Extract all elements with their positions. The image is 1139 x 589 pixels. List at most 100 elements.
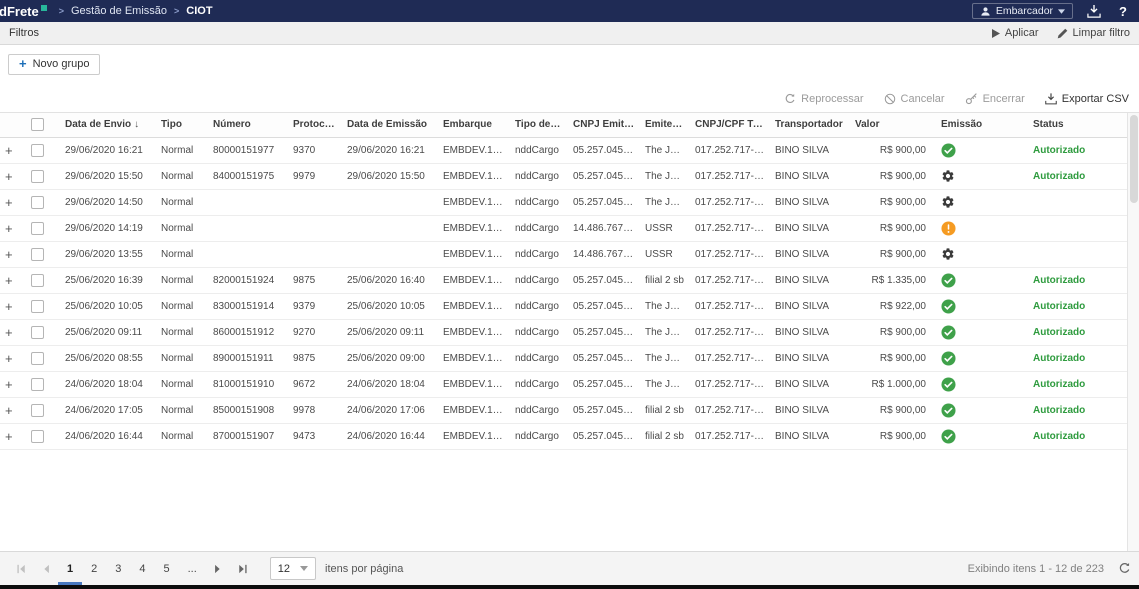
expand-row-button[interactable]: + xyxy=(5,429,13,444)
page-number-3[interactable]: 3 xyxy=(106,552,130,585)
table-row[interactable]: +29/06/2020 15:50Normal84000151975997929… xyxy=(0,163,1127,189)
table-row[interactable]: +25/06/2020 16:39Normal82000151924987525… xyxy=(0,267,1127,293)
row-checkbox[interactable] xyxy=(31,378,44,391)
column-header-emiss-o[interactable]: Emissão xyxy=(936,113,1028,137)
prev-page-button[interactable] xyxy=(34,552,58,585)
page-number-2[interactable]: 2 xyxy=(82,552,106,585)
cell-emitente: filial 2 sb xyxy=(640,267,690,293)
cell-protocolo xyxy=(288,215,342,241)
row-checkbox[interactable] xyxy=(31,248,44,261)
column-header-embarque[interactable]: Embarque xyxy=(438,113,510,137)
emissao-cell xyxy=(936,137,1028,163)
expand-row-button[interactable]: + xyxy=(5,325,13,340)
download-icon[interactable] xyxy=(1087,5,1101,18)
row-checkbox[interactable] xyxy=(31,352,44,365)
expand-row-button[interactable]: + xyxy=(5,351,13,366)
row-checkbox[interactable] xyxy=(31,144,44,157)
emissao-cell xyxy=(936,267,1028,293)
apply-filter-button[interactable]: Aplicar xyxy=(992,27,1039,39)
page-number-4[interactable]: 4 xyxy=(130,552,154,585)
column-header-cnpj-emite[interactable]: CNPJ Emite... xyxy=(568,113,640,137)
reprocess-button[interactable]: Reprocessar xyxy=(784,93,863,105)
cancel-button[interactable]: Cancelar xyxy=(884,93,945,105)
row-checkbox[interactable] xyxy=(31,196,44,209)
expand-row-button[interactable]: + xyxy=(5,273,13,288)
cell-embarque: EMBDEV.104786 xyxy=(438,423,510,449)
export-download-icon xyxy=(1045,93,1057,105)
pencil-icon xyxy=(1057,28,1068,39)
expand-row-button[interactable]: + xyxy=(5,299,13,314)
column-header-valor[interactable]: Valor xyxy=(850,113,936,137)
expand-row-button[interactable]: + xyxy=(5,221,13,236)
vertical-scrollbar[interactable] xyxy=(1127,113,1139,551)
breadcrumb-gestao-emissao[interactable]: Gestão de Emissão xyxy=(71,5,167,17)
column-header-tipo[interactable]: Tipo xyxy=(156,113,208,137)
expand-row-button[interactable]: + xyxy=(5,247,13,262)
table-row[interactable]: +24/06/2020 18:04Normal81000151910967224… xyxy=(0,371,1127,397)
column-header-tipo-de-paga[interactable]: Tipo de Paga... xyxy=(510,113,568,137)
cell-emitente: The Joker xyxy=(640,137,690,163)
expand-cell: + xyxy=(0,293,26,319)
row-checkbox[interactable] xyxy=(31,404,44,417)
cell-tipo-pagamento: nddCargo xyxy=(510,397,568,423)
status-cell: Autorizado xyxy=(1028,345,1127,371)
table-row[interactable]: +24/06/2020 16:44Normal87000151907947324… xyxy=(0,423,1127,449)
select-all-checkbox[interactable] xyxy=(31,118,44,131)
refresh-grid-icon[interactable] xyxy=(1118,562,1131,575)
expand-row-button[interactable]: + xyxy=(5,403,13,418)
column-header-emitente[interactable]: Emitente xyxy=(640,113,690,137)
topbar-actions: Embarcador ? xyxy=(972,3,1131,19)
row-checkbox[interactable] xyxy=(31,274,44,287)
expand-row-button[interactable]: + xyxy=(5,377,13,392)
column-header-data-de-emiss-o[interactable]: Data de Emissão xyxy=(342,113,438,137)
row-checkbox[interactable] xyxy=(31,430,44,443)
column-header-protocolo[interactable]: Protocolo xyxy=(288,113,342,137)
expand-row-button[interactable]: + xyxy=(5,169,13,184)
last-page-button[interactable] xyxy=(230,552,256,585)
cell-protocolo: 9979 xyxy=(288,163,342,189)
next-page-button[interactable] xyxy=(206,552,230,585)
table-row[interactable]: +24/06/2020 17:05Normal85000151908997824… xyxy=(0,397,1127,423)
breadcrumb-ciot[interactable]: CIOT xyxy=(186,5,212,17)
app-logo[interactable]: dFrete xyxy=(0,4,47,19)
clear-filter-button[interactable]: Limpar filtro xyxy=(1057,27,1130,39)
page-number-5[interactable]: 5 xyxy=(155,552,179,585)
row-checkbox[interactable] xyxy=(31,222,44,235)
export-csv-button[interactable]: Exportar CSV xyxy=(1045,93,1129,105)
column-header-cnpj-cpf-transp[interactable]: CNPJ/CPF Transp... xyxy=(690,113,770,137)
cell-valor: R$ 922,00 xyxy=(850,293,936,319)
page-number-1[interactable]: 1 xyxy=(58,552,82,585)
help-icon[interactable]: ? xyxy=(1115,4,1131,19)
table-row[interactable]: +25/06/2020 08:55Normal89000151911987525… xyxy=(0,345,1127,371)
row-checkbox[interactable] xyxy=(31,326,44,339)
user-menu-button[interactable]: Embarcador xyxy=(972,3,1073,19)
page-ellipsis[interactable]: ... xyxy=(179,552,206,585)
filter-actions: Aplicar Limpar filtro xyxy=(992,27,1130,39)
new-group-button[interactable]: + Novo grupo xyxy=(8,54,100,75)
table-row[interactable]: +29/06/2020 14:50NormalEMBDEV.104857nddC… xyxy=(0,189,1127,215)
column-header-status[interactable]: Status xyxy=(1028,113,1127,137)
column-header-transportador[interactable]: Transportador xyxy=(770,113,850,137)
expand-row-button[interactable]: + xyxy=(5,195,13,210)
cell-protocolo: 9270 xyxy=(288,319,342,345)
emissao-cell xyxy=(936,371,1028,397)
table-row[interactable]: +29/06/2020 14:19NormalEMBDEV.104855nddC… xyxy=(0,215,1127,241)
table-row[interactable]: +25/06/2020 09:11Normal86000151912927025… xyxy=(0,319,1127,345)
column-header-data-de-envio[interactable]: Data de Envio↓ xyxy=(60,113,156,137)
table-row[interactable]: +25/06/2020 10:05Normal83000151914937925… xyxy=(0,293,1127,319)
cell-valor: R$ 900,00 xyxy=(850,189,936,215)
expand-row-button[interactable]: + xyxy=(5,143,13,158)
checkbox-cell xyxy=(26,267,60,293)
row-checkbox[interactable] xyxy=(31,170,44,183)
expand-cell: + xyxy=(0,241,26,267)
row-checkbox[interactable] xyxy=(31,300,44,313)
filters-panel-header[interactable]: Filtros Aplicar Limpar filtro xyxy=(0,22,1139,45)
table-row[interactable]: +29/06/2020 16:21Normal80000151977937029… xyxy=(0,137,1127,163)
scrollbar-thumb[interactable] xyxy=(1130,115,1138,203)
table-row[interactable]: +29/06/2020 13:55NormalEMBDEV.104835nddC… xyxy=(0,241,1127,267)
first-page-button[interactable] xyxy=(8,552,34,585)
close-ciot-button[interactable]: Encerrar xyxy=(965,92,1025,105)
column-header-n-mero[interactable]: Número xyxy=(208,113,288,137)
page-size-select[interactable]: 12 xyxy=(270,557,316,580)
cell-cnpj-emitente: 14.486.767/0... xyxy=(568,241,640,267)
